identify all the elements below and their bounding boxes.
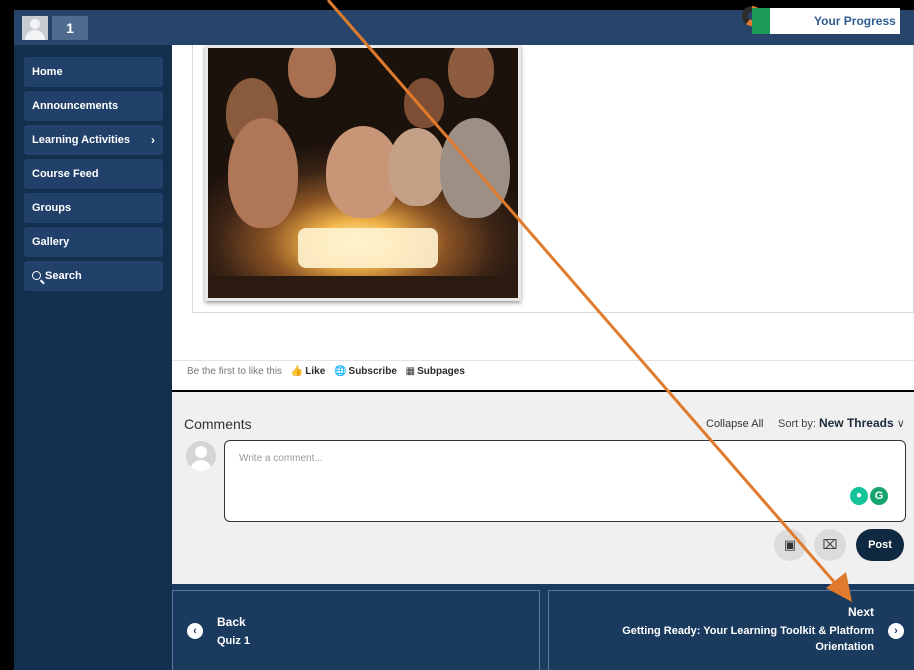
chevron-right-icon: ›: [151, 133, 155, 147]
comments-title: Comments: [184, 416, 252, 432]
commenter-avatar-icon: [186, 441, 216, 471]
sidebar-item-announcements[interactable]: Announcements: [24, 91, 163, 121]
like-prompt: Be the first to like this: [187, 366, 283, 377]
next-button[interactable]: Next Getting Ready: Your Learning Toolki…: [548, 590, 914, 670]
sort-prefix: Sort by:: [778, 418, 816, 430]
sidebar-item-learning-activities[interactable]: Learning Activities ›: [24, 125, 163, 155]
back-title: Quiz 1: [217, 635, 251, 647]
like-button[interactable]: 👍 Like: [291, 366, 325, 377]
sort-value: New Threads: [818, 416, 894, 430]
sitemap-icon: ▦: [405, 366, 416, 377]
sidebar-item-groups[interactable]: Groups: [24, 193, 163, 223]
sidebar-item-course-feed[interactable]: Course Feed: [24, 159, 163, 189]
sidebar-item-label: Course Feed: [32, 168, 99, 180]
next-title-line2: Orientation: [815, 641, 874, 653]
sidebar-item-label: Gallery: [32, 236, 70, 248]
comment-input[interactable]: Write a comment...: [224, 440, 906, 522]
search-icon: [32, 271, 41, 280]
sidebar-item-gallery[interactable]: Gallery: [24, 227, 163, 257]
subpages-label: Subpages: [417, 366, 465, 377]
user-avatar-icon[interactable]: [22, 16, 48, 40]
subpages-button[interactable]: ▦ Subpages: [406, 366, 465, 377]
paperclip-icon: ⌧: [822, 537, 838, 552]
arrow-right-circle-icon: ›: [888, 623, 904, 639]
subscribe-label: Subscribe: [348, 366, 397, 377]
comments-section: Comments Collapse All Sort by: New Threa…: [172, 392, 914, 584]
chevron-down-icon: ∨: [896, 418, 905, 430]
next-label: Next: [847, 605, 874, 619]
collapse-all-button[interactable]: Collapse All: [706, 418, 763, 430]
sidebar-item-label: Groups: [32, 202, 72, 214]
bulb-icon: ●: [850, 487, 868, 505]
grammarly-icon[interactable]: ● G: [850, 487, 890, 507]
sidebar-item-label: Home: [32, 66, 63, 78]
image-icon: ▣: [783, 537, 797, 552]
sidebar-item-home[interactable]: Home: [24, 57, 163, 87]
like-label: Like: [305, 366, 326, 377]
attach-image-button[interactable]: ▣: [774, 529, 806, 561]
globe-icon: 🌐: [334, 366, 347, 377]
sidebar-item-search[interactable]: Search: [24, 261, 163, 291]
family-reading-image: [205, 45, 521, 301]
comment-placeholder: Write a comment...: [239, 453, 323, 464]
arrow-left-circle-icon: ‹: [187, 623, 203, 639]
subscribe-button[interactable]: 🌐 Subscribe: [334, 366, 397, 377]
sidebar-item-label: Search: [45, 270, 82, 282]
bottom-navigation: ‹ Back Quiz 1 Next Getting Ready: Your L…: [172, 584, 914, 670]
your-progress-button[interactable]: Your Progress: [752, 8, 900, 34]
next-title-line1: Getting Ready: Your Learning Toolkit & P…: [622, 625, 874, 637]
page-content: [172, 45, 914, 390]
sidebar-item-label: Announcements: [32, 100, 119, 112]
attach-file-button[interactable]: ⌧: [814, 529, 846, 561]
content-card: [192, 45, 914, 313]
sidebar-item-label: Learning Activities: [32, 134, 131, 146]
sort-dropdown[interactable]: Sort by: New Threads ∨: [778, 416, 905, 430]
back-label: Back: [217, 615, 246, 629]
like-bar: Be the first to like this 👍 Like 🌐 Subscri…: [172, 360, 914, 382]
post-button[interactable]: Post: [856, 529, 904, 561]
grammarly-g-icon: G: [870, 487, 888, 505]
back-button[interactable]: ‹ Back Quiz 1: [172, 590, 540, 670]
thumbs-up-icon: 👍: [290, 366, 304, 377]
sidebar: Home Announcements Learning Activities › …: [14, 45, 172, 670]
notification-badge[interactable]: 1: [52, 16, 88, 40]
